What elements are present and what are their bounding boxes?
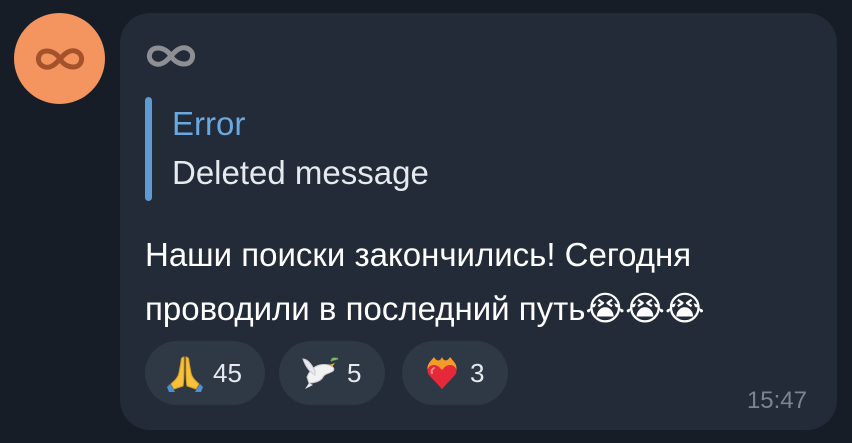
message-timestamp: 15:47	[746, 387, 807, 414]
message-line-2: проводили в последний путь😭😭😭	[145, 282, 825, 336]
chat-screen: Error Deleted message Наши поиски законч…	[0, 0, 852, 443]
reaction-count: 3	[470, 358, 485, 388]
crying-face-emoji: 😭	[625, 289, 665, 329]
reaction-count: 5	[347, 358, 362, 388]
reaction-count: 45	[213, 358, 242, 388]
crying-face-emoji: 😭	[664, 289, 705, 329]
crying-face-emoji: 😭	[585, 289, 626, 329]
reaction-heart-on-fire[interactable]: 3	[402, 341, 508, 405]
folded-hands-icon	[167, 356, 203, 392]
reply-title: Error	[172, 105, 246, 142]
message-line-2-text: проводили в последний путь	[145, 290, 586, 327]
reply-preview[interactable]: Error Deleted message	[145, 97, 475, 201]
message-line-1: Наши поиски закончились! Сегодня	[145, 236, 692, 273]
reply-text: Deleted message	[172, 154, 429, 191]
reaction-folded-hands[interactable]: 45	[145, 341, 265, 405]
message-bubble[interactable]: Error Deleted message Наши поиски законч…	[120, 13, 837, 430]
infinity-icon	[146, 45, 196, 67]
sender-name[interactable]	[145, 41, 197, 71]
reply-accent-bar	[145, 97, 152, 201]
avatar[interactable]	[14, 13, 105, 104]
message-text: Наши поиски закончились! Сегодня проводи…	[145, 228, 825, 336]
dove-icon	[302, 357, 339, 389]
reaction-dove[interactable]: 5	[279, 341, 385, 405]
infinity-icon	[35, 47, 84, 70]
heart-on-fire-icon	[427, 357, 457, 389]
